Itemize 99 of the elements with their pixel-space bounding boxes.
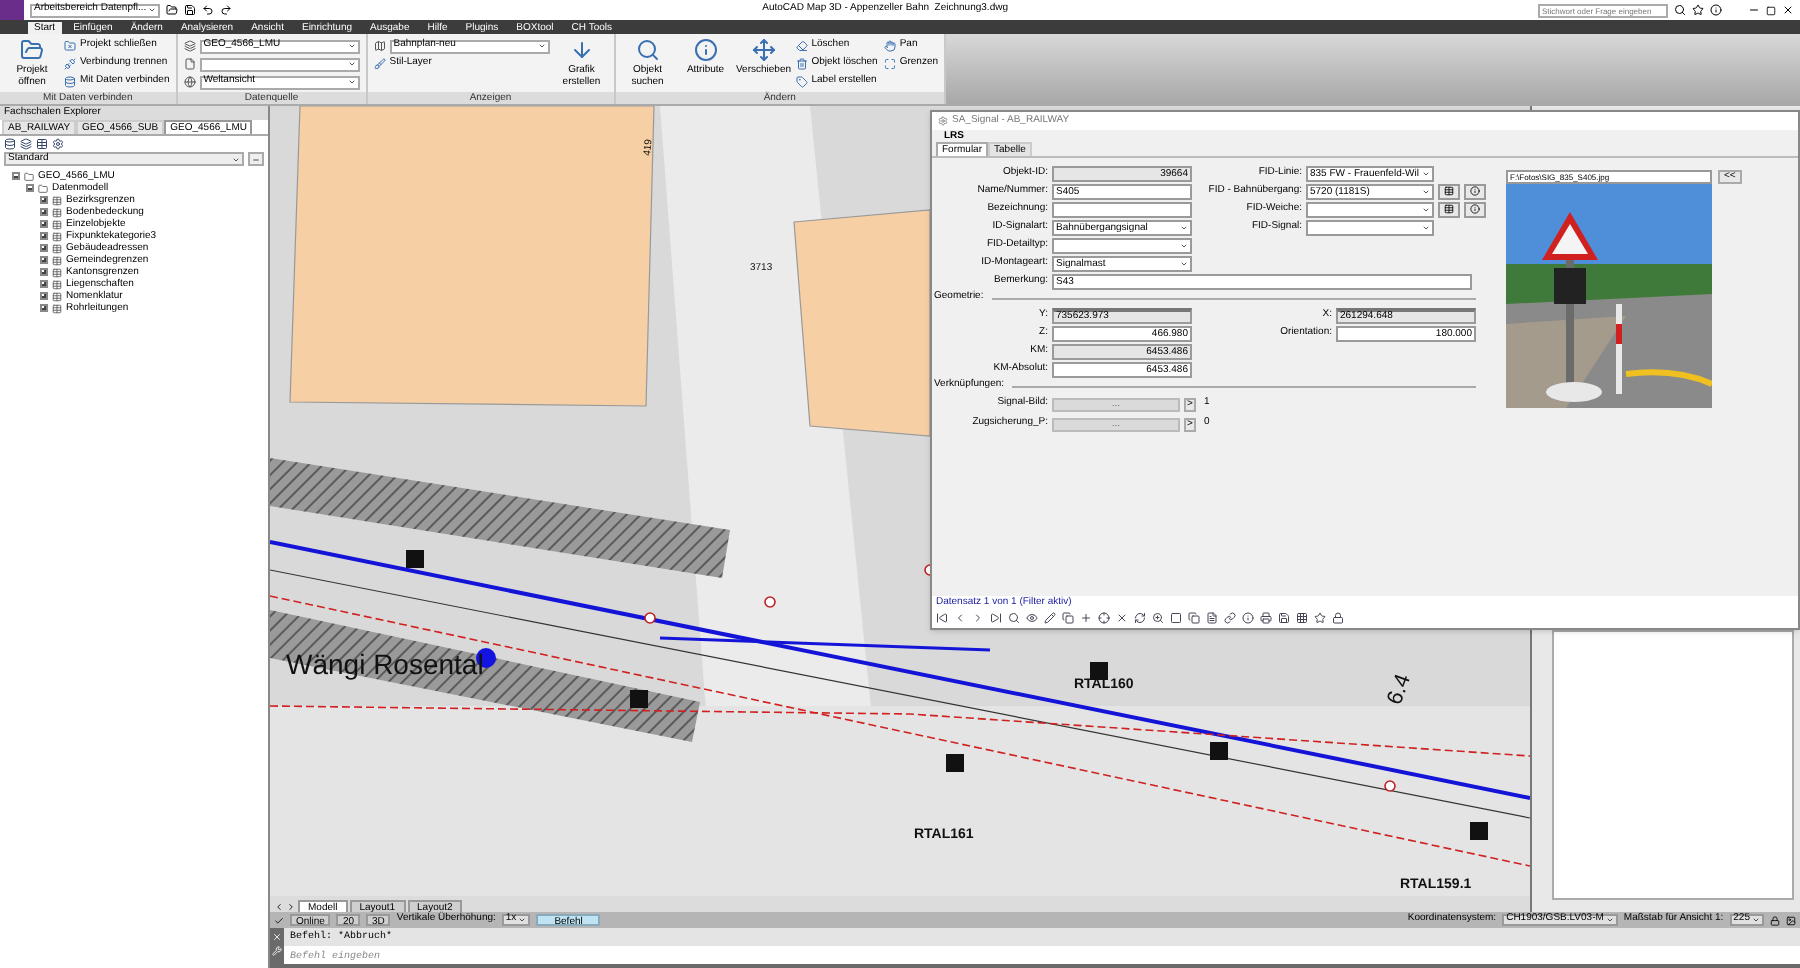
folder-icon bbox=[24, 171, 34, 181]
info-icon bbox=[693, 38, 718, 62]
redo-icon[interactable] bbox=[220, 4, 233, 16]
tag-icon bbox=[795, 76, 808, 88]
signal-symbol bbox=[630, 690, 648, 708]
undo-icon[interactable] bbox=[202, 4, 215, 16]
hand-icon bbox=[883, 40, 896, 52]
refresh-icon[interactable] bbox=[1134, 612, 1146, 624]
map-icon bbox=[373, 40, 386, 52]
expand-toggle[interactable] bbox=[40, 232, 48, 240]
next-icon[interactable] bbox=[286, 902, 296, 912]
crosshair-icon[interactable] bbox=[1098, 612, 1110, 624]
save-icon[interactable] bbox=[184, 4, 197, 16]
help-icon[interactable] bbox=[1710, 4, 1722, 16]
signal-symbol bbox=[1090, 662, 1108, 680]
square-icon[interactable] bbox=[1170, 612, 1182, 624]
expand-toggle[interactable] bbox=[40, 256, 48, 264]
table-button[interactable] bbox=[1438, 183, 1460, 199]
ellipsis-icon bbox=[252, 155, 260, 163]
folder-x-icon bbox=[64, 40, 76, 52]
lock-icon[interactable] bbox=[1332, 612, 1344, 624]
star-icon[interactable] bbox=[1692, 4, 1704, 16]
expand-toggle[interactable] bbox=[40, 208, 48, 216]
database-icon[interactable] bbox=[4, 138, 16, 150]
node-point bbox=[764, 596, 776, 608]
close-icon[interactable] bbox=[1782, 4, 1794, 16]
brush-icon bbox=[373, 58, 386, 70]
move-icon bbox=[751, 38, 776, 62]
folder-icon bbox=[20, 38, 44, 62]
globe-icon bbox=[183, 76, 196, 88]
eraser-icon bbox=[795, 40, 808, 52]
expand-toggle[interactable] bbox=[40, 244, 48, 252]
zoom-in-icon[interactable] bbox=[1152, 612, 1164, 624]
next-icon[interactable] bbox=[972, 612, 984, 624]
trash-icon bbox=[795, 58, 808, 70]
pencil-icon[interactable] bbox=[1044, 612, 1056, 624]
collapse-toggle[interactable] bbox=[12, 172, 20, 180]
info-icon bbox=[1470, 204, 1480, 214]
check-icon bbox=[274, 915, 284, 925]
search-icon[interactable] bbox=[1674, 4, 1686, 16]
select-field[interactable] bbox=[1306, 201, 1434, 217]
eye-icon[interactable] bbox=[1026, 612, 1038, 624]
file-icon bbox=[183, 58, 196, 70]
signal-symbol bbox=[1470, 822, 1488, 840]
lock-icon[interactable] bbox=[1770, 915, 1780, 925]
select-field[interactable] bbox=[1306, 219, 1434, 235]
map-label: Wängi Rosental bbox=[286, 648, 484, 680]
signal-symbol bbox=[1210, 742, 1228, 760]
plus-icon[interactable] bbox=[1080, 612, 1092, 624]
expand-toggle[interactable] bbox=[40, 280, 48, 288]
plug-icon bbox=[64, 58, 76, 70]
expand-toggle[interactable] bbox=[40, 292, 48, 300]
expand-toggle[interactable] bbox=[40, 268, 48, 276]
first-icon[interactable] bbox=[936, 612, 948, 624]
database-icon bbox=[64, 76, 76, 88]
save-icon[interactable] bbox=[1278, 612, 1290, 624]
copy-icon[interactable] bbox=[1188, 612, 1200, 624]
info-icon[interactable] bbox=[1242, 612, 1254, 624]
grid-icon[interactable] bbox=[1296, 612, 1308, 624]
node-point bbox=[644, 612, 656, 624]
wrench-icon[interactable] bbox=[272, 946, 282, 956]
expand-toggle[interactable] bbox=[40, 196, 48, 204]
table-button[interactable] bbox=[1438, 201, 1460, 217]
copy-icon[interactable] bbox=[1062, 612, 1074, 624]
expand-toggle[interactable] bbox=[40, 304, 48, 312]
search-icon[interactable] bbox=[1008, 612, 1020, 624]
table-icon[interactable] bbox=[36, 138, 48, 150]
info-button[interactable] bbox=[1464, 201, 1486, 217]
document-icon[interactable] bbox=[1206, 612, 1218, 624]
text-field[interactable] bbox=[1052, 201, 1192, 217]
arrow-down-icon bbox=[569, 38, 594, 62]
search-icon bbox=[635, 38, 660, 62]
signal-symbol bbox=[406, 550, 424, 568]
last-icon[interactable] bbox=[990, 612, 1002, 624]
folder-icon bbox=[38, 183, 48, 193]
gear-icon bbox=[938, 116, 948, 126]
layers-icon[interactable] bbox=[20, 138, 32, 150]
close-icon[interactable] bbox=[1116, 612, 1128, 624]
info-button[interactable] bbox=[1464, 183, 1486, 199]
expand-toggle[interactable] bbox=[40, 220, 48, 228]
previous-icon[interactable] bbox=[954, 612, 966, 624]
printer-icon[interactable] bbox=[1260, 612, 1272, 624]
minimize-icon[interactable] bbox=[1748, 4, 1760, 16]
gear-icon[interactable] bbox=[52, 138, 64, 150]
table-icon bbox=[1444, 204, 1454, 214]
maximize-icon[interactable] bbox=[1766, 5, 1776, 15]
signal-symbol bbox=[946, 754, 964, 772]
folder-icon[interactable] bbox=[166, 4, 179, 16]
select-field[interactable] bbox=[1052, 237, 1192, 253]
image-icon[interactable] bbox=[1786, 915, 1796, 925]
node-point bbox=[1384, 780, 1396, 792]
previous-icon[interactable] bbox=[274, 902, 284, 912]
layers-icon bbox=[183, 40, 196, 52]
collapse-toggle[interactable] bbox=[26, 184, 34, 192]
map-label: 6.4 bbox=[1383, 671, 1417, 709]
info-icon bbox=[1470, 186, 1480, 196]
star-icon[interactable] bbox=[1314, 612, 1326, 624]
table-icon bbox=[1444, 186, 1454, 196]
link-icon[interactable] bbox=[1224, 612, 1236, 624]
